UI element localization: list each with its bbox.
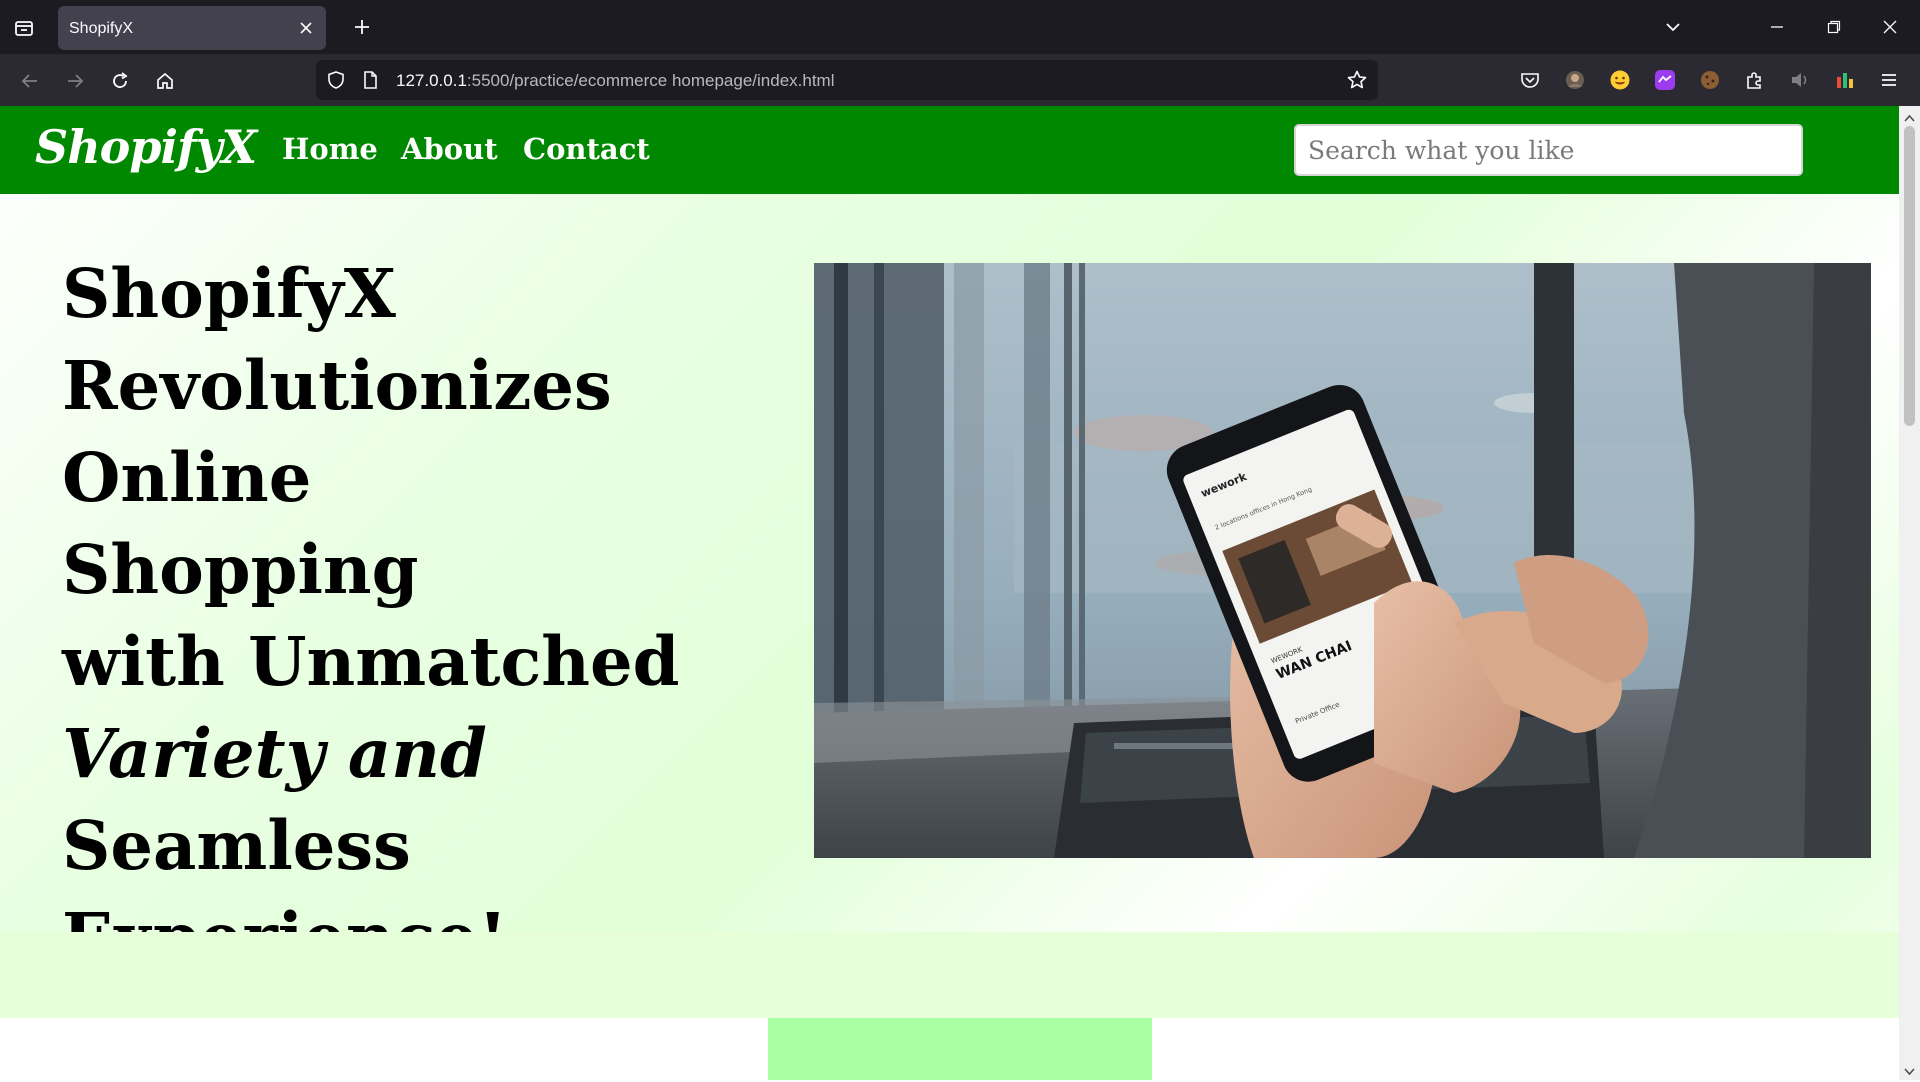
equalizer-extension-icon[interactable] [1833,68,1857,92]
green-band [0,932,1899,1018]
page-info-icon[interactable] [360,70,380,90]
search-input[interactable] [1294,124,1803,176]
url-path: :5500/practice/ecommerce homepage/index.… [466,71,835,90]
firefox-view-icon[interactable] [10,14,38,42]
nav-contact-link[interactable]: Contact [523,132,650,166]
nav-home-link[interactable]: Home [282,132,378,166]
back-icon[interactable] [15,66,45,96]
messenger-extension-icon[interactable] [1653,68,1677,92]
emoji-extension-icon[interactable] [1608,68,1632,92]
site-logo[interactable]: ShopifyX [35,120,257,174]
tab-title: ShopifyX [69,20,134,37]
hero-line: with Unmatched [62,622,680,701]
hero-line: Online Shopping [62,438,419,609]
home-icon[interactable] [150,66,180,96]
browser-toolbar: 127.0.0.1:5500/practice/ecommerce homepa… [0,54,1920,106]
phone-photo-illustration: wework 2 locations offices in Hong Kong … [814,263,1871,858]
scroll-up-arrow-icon[interactable] [1903,110,1916,123]
close-window-icon[interactable] [1874,11,1906,43]
hero-line: Variety and [62,714,487,793]
page-scrollbar[interactable] [1899,106,1920,1080]
hero-headline: ShopifyX Revolutionizes Online Shopping … [62,248,682,984]
scroll-down-arrow-icon[interactable] [1903,1063,1916,1076]
forward-icon[interactable] [60,66,90,96]
hero-line: ShopifyX [62,254,396,333]
hero-line: Seamless [62,806,411,885]
menu-hamburger-icon[interactable] [1877,68,1901,92]
url-host: 127.0.0.1 [396,71,467,90]
tracking-protection-icon[interactable] [326,70,346,90]
hero-image: wework 2 locations offices in Hong Kong … [814,263,1871,858]
extensions-puzzle-icon[interactable] [1743,68,1767,92]
page-viewport: ShopifyX Home About Contact ShopifyX Rev… [0,106,1899,1080]
close-tab-icon[interactable] [294,16,318,40]
reload-icon[interactable] [105,66,135,96]
cookie-extension-icon[interactable] [1698,68,1722,92]
green-card-block [768,1018,1152,1080]
restore-icon[interactable] [1818,11,1850,43]
url-text[interactable]: 127.0.0.1:5500/practice/ecommerce homepa… [396,71,835,91]
extension-avatar-icon[interactable] [1563,68,1587,92]
site-header: ShopifyX Home About Contact [0,106,1899,194]
address-bar[interactable]: 127.0.0.1:5500/practice/ecommerce homepa… [316,60,1378,100]
scrollbar-thumb[interactable] [1904,126,1915,426]
minimize-icon[interactable] [1761,11,1793,43]
active-tab[interactable]: ShopifyX [58,6,326,50]
bookmark-star-icon[interactable] [1346,69,1368,91]
pocket-icon[interactable] [1518,68,1542,92]
nav-about-link[interactable]: About [401,132,498,166]
hero-section: ShopifyX Revolutionizes Online Shopping … [0,194,1899,977]
volume-icon[interactable] [1788,68,1812,92]
list-all-tabs-icon[interactable] [1659,13,1687,41]
hero-line: Revolutionizes [62,346,612,425]
browser-tab-bar: ShopifyX [0,0,1920,54]
new-tab-icon[interactable] [348,13,376,41]
